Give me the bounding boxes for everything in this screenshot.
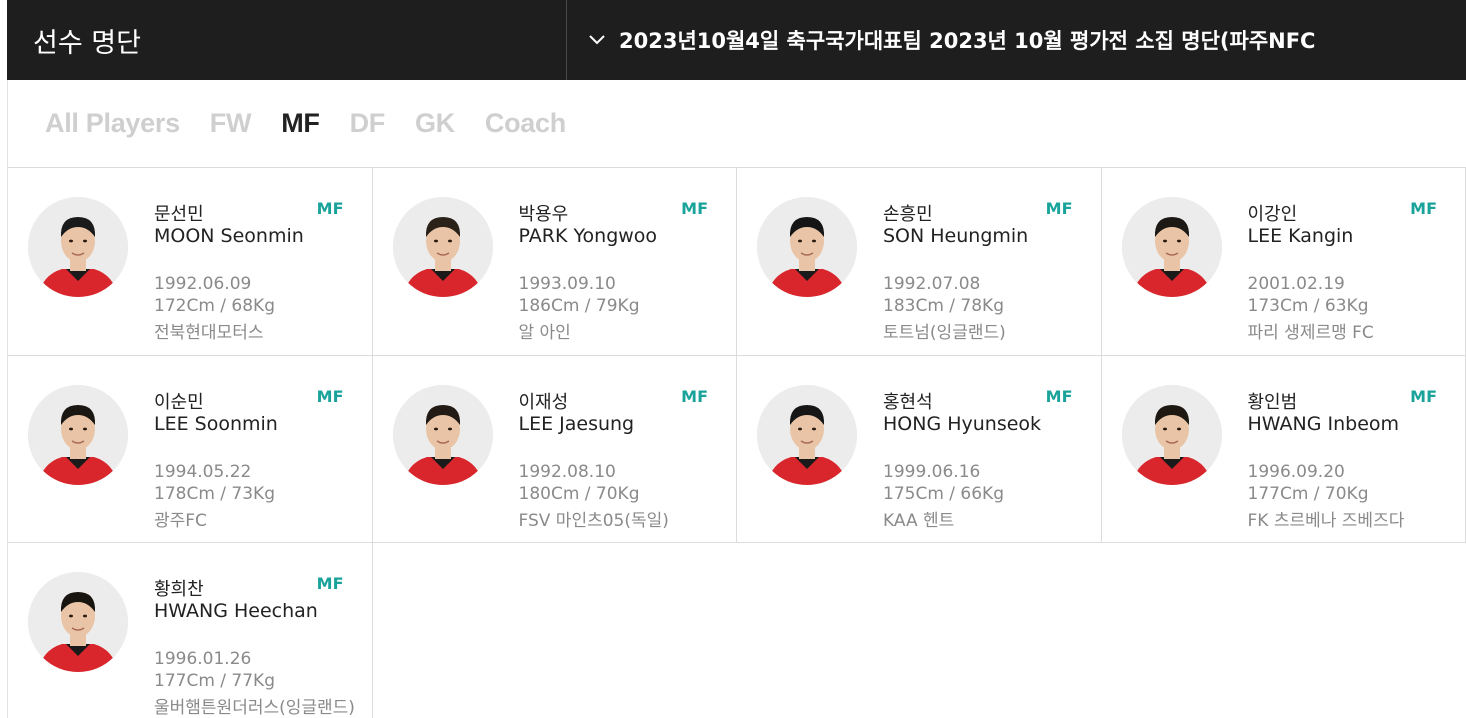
player-club: FK 츠르베나 즈베즈다 — [1247, 510, 1405, 531]
empty-cell — [1102, 543, 1466, 718]
player-club: 토트넘(잉글랜드) — [883, 323, 1006, 343]
player-name-korean: 홍현석 — [883, 391, 933, 413]
player-card[interactable]: 박용우 PARK Yongwoo MF 1993.09.10 186Cm / 79Kg 알… — [373, 168, 737, 355]
tab-df[interactable]: DF — [350, 108, 386, 139]
page-title: 선수 명단 — [7, 0, 567, 80]
position-badge: MF — [1045, 199, 1073, 218]
player-card[interactable]: 이재성 LEE Jaesung MF 1992.08.10 180Cm / 70Kg FS… — [373, 355, 737, 542]
chevron-down-icon — [587, 30, 607, 50]
player-height-weight: 177Cm / 70Kg — [1247, 483, 1369, 504]
player-photo — [392, 197, 493, 297]
player-birthdate: 1992.07.08 — [883, 274, 981, 294]
player-name-korean: 박용우 — [518, 204, 569, 225]
player-photo — [392, 384, 493, 485]
player-name-english: LEE Kangin — [1247, 225, 1354, 247]
player-name-korean: 이순민 — [154, 391, 204, 413]
player-row: 문선민 MOON Seonmin MF 1992.06.09 172Cm / 68Kg 전… — [8, 168, 1466, 356]
player-name-english: HWANG Inbeom — [1247, 412, 1400, 435]
roster-select[interactable]: 2023년10월4일 축구국가대표팀 2023년 10월 평가전 소집 명단(파… — [567, 0, 1466, 80]
page-header: 선수 명단 2023년10월4일 축구국가대표팀 2023년 10월 평가전 소… — [7, 0, 1466, 80]
tab-coach[interactable]: Coach — [485, 108, 566, 139]
player-height-weight: 172Cm / 68Kg — [154, 296, 275, 316]
player-name-english: HWANG Heechan — [154, 600, 318, 622]
player-birthdate: 1992.06.09 — [154, 274, 252, 294]
player-name-korean: 손흥민 — [883, 204, 933, 225]
tab-gk[interactable]: GK — [415, 108, 455, 139]
player-photo — [28, 197, 128, 297]
player-height-weight: 175Cm / 66Kg — [883, 483, 1004, 504]
player-photo — [1121, 384, 1222, 485]
player-photo — [28, 572, 128, 672]
player-photo — [757, 197, 857, 297]
empty-cell — [373, 543, 738, 718]
player-card[interactable]: 황인범 HWANG Inbeom MF 1996.09.20 177Cm / 70Kg F… — [1102, 355, 1466, 542]
position-badge: MF — [1410, 386, 1437, 406]
player-grid: 문선민 MOON Seonmin MF 1992.06.09 172Cm / 68Kg 전… — [8, 168, 1466, 718]
player-photo — [757, 384, 857, 485]
player-birthdate: 1992.08.10 — [518, 461, 616, 482]
position-badge: MF — [316, 574, 344, 593]
player-name-english: LEE Jaesung — [518, 412, 635, 435]
player-row: 이순민 LEE Soonmin MF 1994.05.22 178Cm / 73Kg 광주… — [8, 355, 1466, 543]
player-birthdate: 1996.01.26 — [154, 649, 252, 669]
player-height-weight: 177Cm / 77Kg — [154, 671, 275, 691]
player-height-weight: 178Cm / 73Kg — [154, 483, 275, 504]
empty-cell — [737, 543, 1102, 718]
player-club: 광주FC — [154, 510, 207, 531]
player-row: 황희찬 HWANG Heechan MF 1996.01.26 177Cm / 77Kg… — [8, 543, 1466, 718]
player-card[interactable]: 황희찬 HWANG Heechan MF 1996.01.26 177Cm / 77Kg… — [8, 543, 373, 718]
position-tabs: All Players FW MF DF GK Coach — [8, 80, 1466, 168]
player-height-weight: 186Cm / 79Kg — [518, 296, 640, 316]
player-height-weight: 180Cm / 70Kg — [518, 483, 640, 504]
tab-all-players[interactable]: All Players — [45, 108, 180, 139]
player-club: 알 아인 — [518, 323, 571, 343]
player-name-english: MOON Seonmin — [154, 225, 304, 247]
roster-select-label: 2023년10월4일 축구국가대표팀 2023년 10월 평가전 소집 명단(파… — [619, 29, 1316, 53]
player-club: KAA 헨트 — [883, 510, 955, 531]
player-club: FSV 마인츠05(독일) — [518, 510, 669, 531]
player-club: 울버햄튼원더러스(잉글랜드) — [154, 698, 355, 718]
tab-fw[interactable]: FW — [210, 108, 252, 139]
position-badge: MF — [1045, 386, 1073, 406]
player-birthdate: 1993.09.10 — [518, 274, 616, 294]
player-birthdate: 1996.09.20 — [1247, 461, 1345, 482]
player-name-english: PARK Yongwoo — [518, 225, 658, 247]
player-height-weight: 183Cm / 78Kg — [883, 296, 1004, 316]
position-badge: MF — [681, 199, 708, 218]
player-card[interactable]: 손흥민 SON Heungmin MF 1992.07.08 183Cm / 78Kg 토… — [737, 168, 1102, 355]
player-photo — [28, 384, 128, 485]
player-club: 파리 생제르맹 FC — [1247, 323, 1374, 343]
player-name-english: LEE Soonmin — [154, 412, 278, 435]
player-name-korean: 문선민 — [154, 204, 204, 225]
player-photo — [1121, 197, 1222, 297]
roster-page: 선수 명단 2023년10월4일 축구국가대표팀 2023년 10월 평가전 소… — [0, 0, 1466, 718]
position-badge: MF — [316, 386, 344, 406]
player-birthdate: 1994.05.22 — [154, 461, 252, 482]
position-badge: MF — [681, 386, 708, 406]
tab-mf[interactable]: MF — [281, 108, 320, 139]
player-card[interactable]: 홍현석 HONG Hyunseok MF 1999.06.16 175Cm / 66Kg… — [737, 355, 1102, 542]
player-club: 전북현대모터스 — [154, 323, 264, 343]
player-name-english: HONG Hyunseok — [883, 412, 1042, 435]
player-card[interactable]: 이강인 LEE Kangin MF 2001.02.19 173Cm / 63Kg 파리 … — [1102, 168, 1466, 355]
position-badge: MF — [1410, 199, 1437, 218]
player-card[interactable]: 이순민 LEE Soonmin MF 1994.05.22 178Cm / 73Kg 광주… — [8, 355, 373, 542]
player-birthdate: 2001.02.19 — [1247, 274, 1345, 294]
position-badge: MF — [316, 199, 344, 218]
player-card[interactable]: 문선민 MOON Seonmin MF 1992.06.09 172Cm / 68Kg 전… — [8, 168, 373, 355]
player-birthdate: 1999.06.16 — [883, 461, 981, 482]
player-height-weight: 173Cm / 63Kg — [1247, 296, 1369, 316]
player-name-korean: 이재성 — [518, 391, 569, 413]
player-name-korean: 황인범 — [1247, 391, 1298, 413]
player-name-english: SON Heungmin — [883, 225, 1029, 247]
player-name-korean: 황희찬 — [154, 579, 204, 600]
player-name-korean: 이강인 — [1247, 204, 1298, 225]
